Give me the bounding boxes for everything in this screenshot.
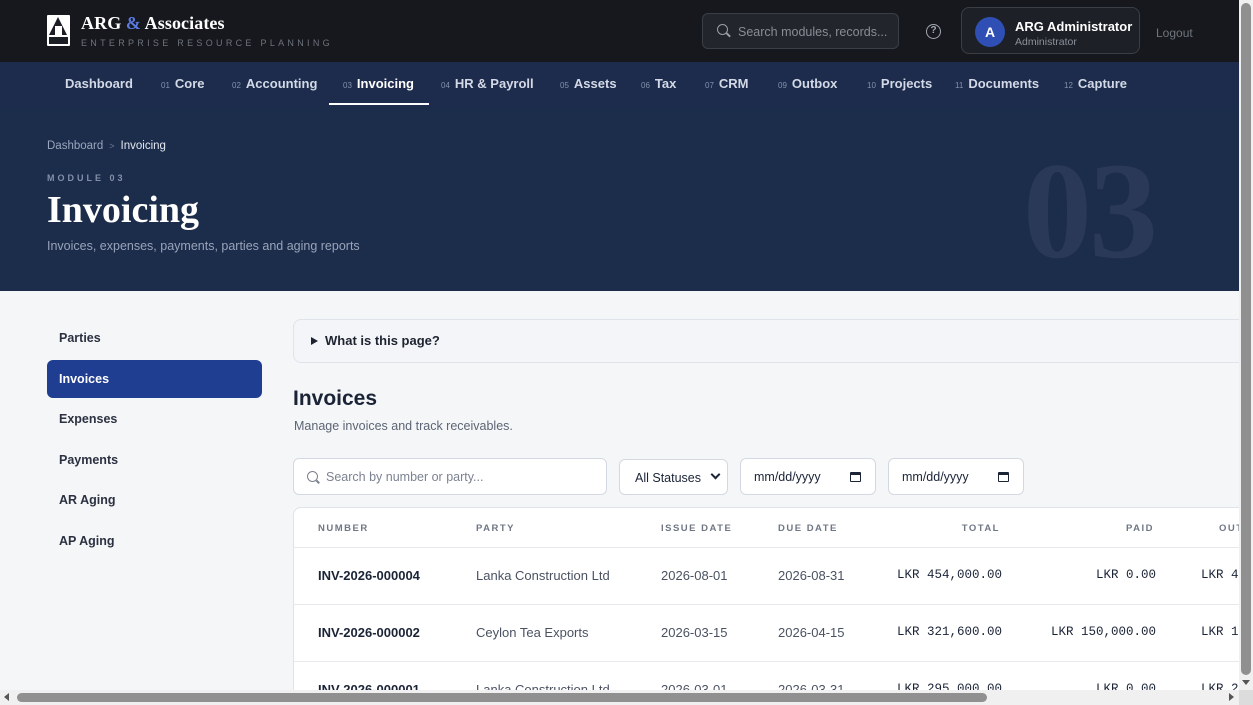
invoice-outstanding: LKR 171,600.00 [1201, 625, 1239, 639]
invoice-number[interactable]: INV-2026-000004 [318, 568, 420, 583]
calendar-icon[interactable] [850, 472, 861, 482]
invoice-search-input[interactable] [326, 469, 596, 485]
horizontal-scrollbar[interactable] [0, 690, 1239, 705]
breadcrumb-current: Invoicing [120, 140, 166, 152]
scrollbar-corner [1239, 690, 1253, 705]
invoice-issue-date: 2026-03-15 [661, 625, 728, 640]
nav-item-tax[interactable]: 06 Tax [641, 62, 676, 106]
invoice-party: Lanka Construction Ltd [476, 568, 610, 583]
module-number-watermark: 03 [1023, 134, 1158, 287]
invoice-due-date: 2026-04-15 [778, 625, 845, 640]
nav-item-documents[interactable]: 11 Documents [955, 62, 1039, 106]
invoice-search[interactable] [293, 458, 607, 495]
nav-item-assets[interactable]: 05 Assets [560, 62, 617, 106]
search-icon [307, 471, 318, 482]
sidebar-item-invoices[interactable]: Invoices [47, 360, 262, 398]
module-nav: Dashboard 01 Core 02 Accounting 03 Invoicin… [0, 62, 1239, 106]
invoice-outstanding: LKR 295,000.00 [1201, 682, 1239, 690]
sidebar-item-payments[interactable]: Payments [47, 441, 262, 479]
nav-item-accounting[interactable]: 02 Accounting [232, 62, 317, 106]
search-icon [717, 24, 728, 35]
breadcrumb-dashboard-link[interactable]: Dashboard [47, 140, 103, 152]
nav-item-crm[interactable]: 07 CRM [705, 62, 749, 106]
sidebar-item-ar-aging[interactable]: AR Aging [47, 481, 262, 519]
nav-item-core[interactable]: 01 Core [161, 62, 205, 106]
invoice-paid: LKR 0.00 [1095, 568, 1156, 582]
sidebar-item-expenses[interactable]: Expenses [47, 400, 262, 438]
chevron-down-icon [710, 469, 721, 480]
module-label: MODULE 03 [47, 173, 126, 183]
brand-logo-icon[interactable] [47, 15, 70, 46]
date-from-value: mm/dd/yyyy [754, 470, 821, 484]
section-title: Invoices [293, 387, 378, 410]
horizontal-scroll-thumb[interactable] [17, 693, 987, 702]
invoice-total: LKR 454,000.00 [896, 568, 1002, 582]
column-header-party[interactable]: PARTY [476, 523, 515, 534]
page-help-label: What is this page? [325, 333, 440, 348]
page-header: Dashboard > Invoicing MODULE 03 Invoicing … [0, 106, 1239, 291]
column-header-paid[interactable]: PAID [1126, 523, 1154, 534]
invoices-table: NUMBER PARTY ISSUE DATE DUE DATE TOTAL P… [293, 507, 1239, 690]
nav-item-capture[interactable]: 12 Capture [1064, 62, 1127, 106]
nav-item-dashboard[interactable]: Dashboard [65, 62, 133, 106]
date-from-field[interactable]: mm/dd/yyyy [740, 458, 876, 495]
brand-name[interactable]: ARG & Associates [81, 13, 225, 34]
column-header-due-date[interactable]: DUE DATE [778, 523, 838, 534]
nav-item-invoicing[interactable]: 03 Invoicing [329, 62, 429, 106]
logout-link[interactable]: Logout [1156, 26, 1193, 40]
page-description: Invoices, expenses, payments, parties an… [47, 239, 360, 253]
app-viewport: ARG & Associates ENTERPRISE RESOURCE PLA… [0, 0, 1239, 690]
page-help-toggle[interactable]: What is this page? [293, 319, 1239, 363]
invoice-due-date: 2026-03-31 [778, 682, 845, 690]
table-row[interactable]: INV-2026-000002 Ceylon Tea Exports 2026-… [294, 604, 1239, 661]
column-header-issue-date[interactable]: ISSUE DATE [661, 523, 732, 534]
user-name: ARG Administrator [1015, 19, 1133, 34]
disclosure-triangle-icon [311, 337, 318, 345]
section-description: Manage invoices and track receivables. [294, 419, 513, 433]
invoice-issue-date: 2026-08-01 [661, 568, 728, 583]
global-search[interactable] [702, 13, 899, 49]
invoice-paid: LKR 0.00 [1095, 682, 1156, 690]
breadcrumb: Dashboard > Invoicing [47, 140, 166, 152]
invoice-party: Ceylon Tea Exports [476, 625, 589, 640]
status-filter-value: All Statuses [635, 471, 702, 485]
nav-item-projects[interactable]: 10 Projects [867, 62, 932, 106]
nav-item-outbox[interactable]: 09 Outbox [778, 62, 837, 106]
scroll-right-arrow-icon[interactable] [1229, 693, 1234, 701]
invoice-due-date: 2026-08-31 [778, 568, 845, 583]
invoice-total: LKR 321,600.00 [896, 625, 1002, 639]
table-row[interactable]: INV-2026-000004 Lanka Construction Ltd 2… [294, 547, 1239, 604]
chevron-right-icon: > [109, 141, 115, 151]
top-bar: ARG & Associates ENTERPRISE RESOURCE PLA… [0, 0, 1239, 62]
user-role: Administrator [1015, 36, 1077, 48]
status-filter-select[interactable]: All Statuses [619, 459, 728, 495]
global-search-input[interactable] [738, 23, 894, 41]
date-to-field[interactable]: mm/dd/yyyy [888, 458, 1024, 495]
invoice-paid: LKR 150,000.00 [1050, 625, 1156, 639]
sidebar-item-parties[interactable]: Parties [47, 319, 262, 357]
vertical-scroll-thumb[interactable] [1241, 3, 1251, 675]
invoice-issue-date: 2026-03-01 [661, 682, 728, 690]
calendar-icon[interactable] [998, 472, 1009, 482]
date-to-value: mm/dd/yyyy [902, 470, 969, 484]
user-menu[interactable]: A ARG Administrator Administrator [961, 7, 1140, 54]
invoice-outstanding: LKR 454,000.00 [1201, 568, 1239, 582]
table-row[interactable]: INV-2026-000001 Lanka Construction Ltd 2… [294, 661, 1239, 690]
column-header-number[interactable]: NUMBER [318, 523, 369, 534]
invoice-number[interactable]: INV-2026-000002 [318, 625, 420, 640]
column-header-total[interactable]: TOTAL [962, 523, 1000, 534]
column-header-outstanding[interactable]: OUTSTANDING [1219, 523, 1239, 534]
brand-subtitle: ENTERPRISE RESOURCE PLANNING [81, 38, 333, 48]
page-title: Invoicing [47, 189, 200, 231]
nav-item-hr-payroll[interactable]: 04 HR & Payroll [441, 62, 534, 106]
help-icon[interactable]: ? [926, 24, 941, 39]
scroll-left-arrow-icon[interactable] [4, 693, 9, 701]
invoice-party: Lanka Construction Ltd [476, 682, 610, 690]
avatar: A [975, 17, 1005, 47]
scroll-down-arrow-icon[interactable] [1242, 680, 1250, 685]
invoice-number[interactable]: INV-2026-000001 [318, 682, 420, 690]
vertical-scrollbar[interactable] [1239, 0, 1253, 690]
invoice-total: LKR 295,000.00 [896, 682, 1002, 690]
sidebar-item-ap-aging[interactable]: AP Aging [47, 522, 262, 560]
